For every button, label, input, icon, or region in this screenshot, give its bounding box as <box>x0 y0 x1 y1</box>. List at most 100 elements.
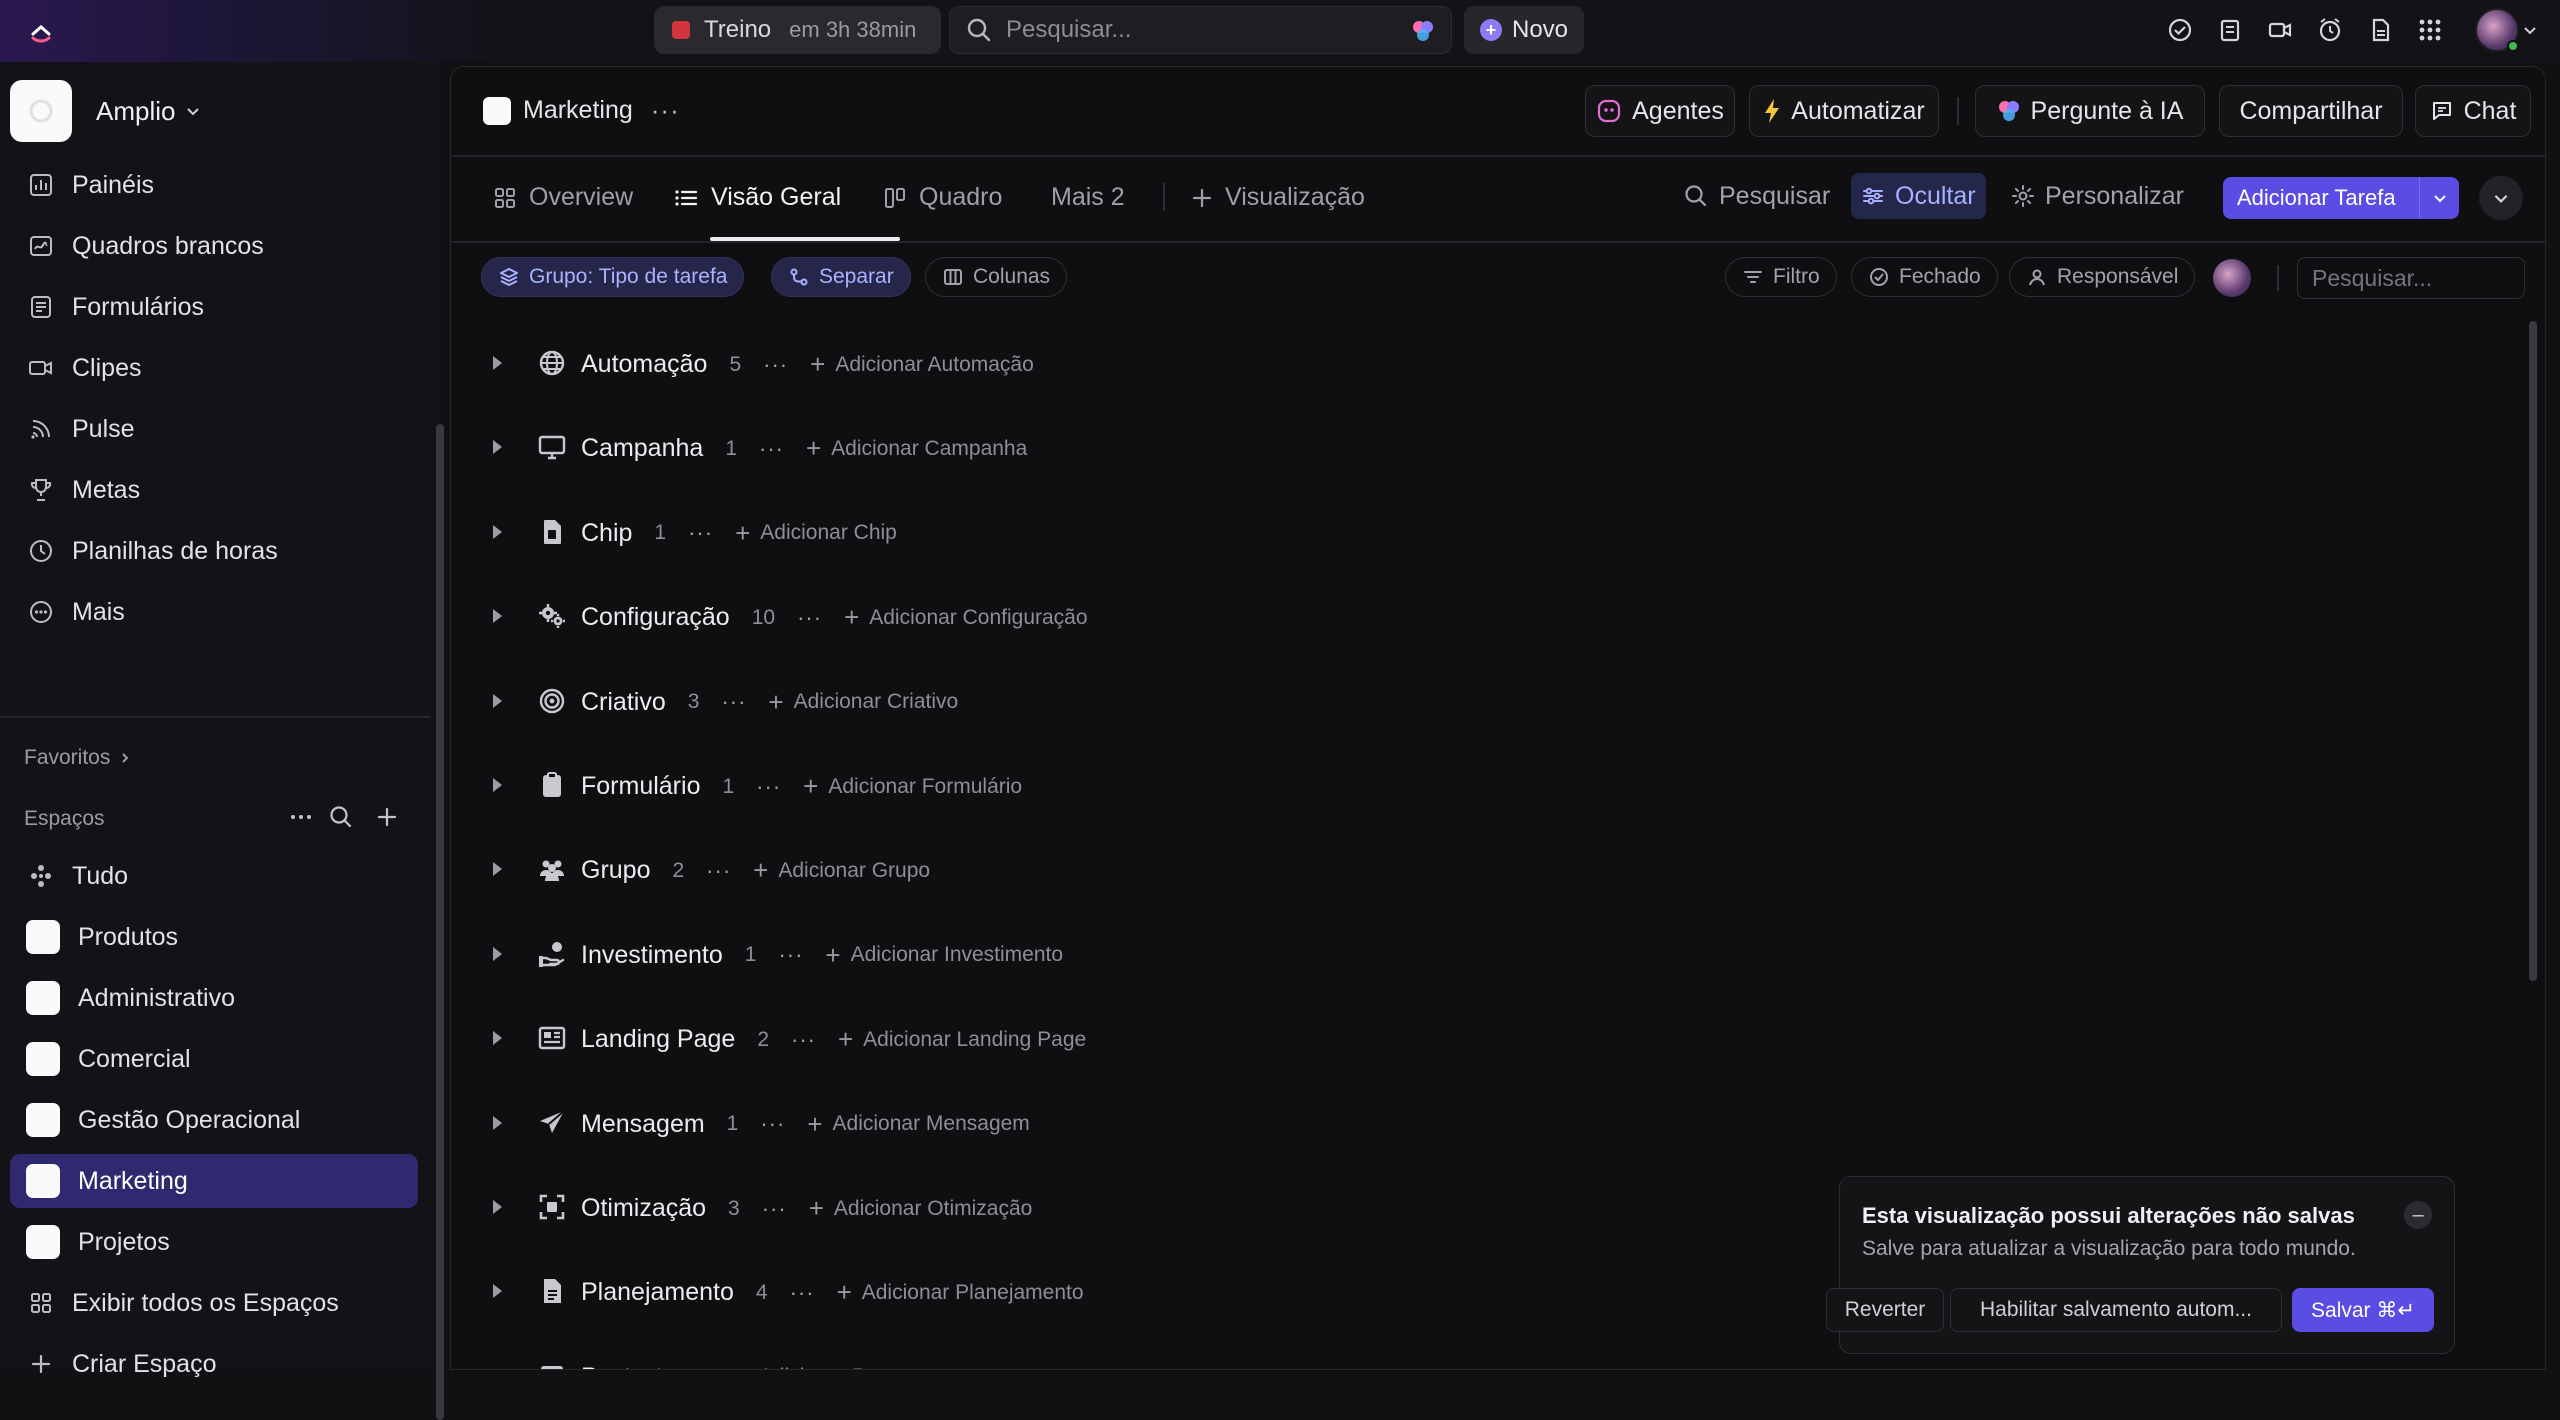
expand-triangle-icon[interactable] <box>493 862 502 877</box>
columns-chip[interactable]: Colunas <box>925 257 1068 297</box>
add-group-item-button[interactable]: + Adicionar Formulário <box>803 771 1022 802</box>
expand-triangle-icon[interactable] <box>493 946 502 961</box>
space-item-all[interactable]: Tudo <box>10 849 418 903</box>
filter-chip[interactable]: Filtro <box>1725 257 1837 297</box>
sidebar-item-forms[interactable]: Formulários <box>10 280 418 334</box>
group-more-icon[interactable]: ··· <box>759 436 784 462</box>
tab-quadro[interactable]: Quadro <box>883 183 1002 212</box>
expand-triangle-icon[interactable] <box>493 356 502 370</box>
sidebar-item-pulse[interactable]: Pulse <box>10 402 418 456</box>
expand-triangle-icon[interactable] <box>493 778 502 792</box>
assignee-chip[interactable]: Responsável <box>2009 257 2196 297</box>
sidebar-item-whiteboards[interactable]: Quadros brancos <box>10 219 418 273</box>
space-item-gestao-operacional[interactable]: Gestão Operacional <box>10 1093 418 1147</box>
group-row[interactable]: Automação 5 ··· + Adicionar Automação <box>451 333 1651 393</box>
group-more-icon[interactable]: ··· <box>790 1280 815 1306</box>
notepad-icon[interactable] <box>2216 16 2244 44</box>
group-row[interactable]: Landing Page 2 ··· + Adicionar Landing Page <box>451 1008 1651 1068</box>
expand-triangle-icon[interactable] <box>493 1200 502 1214</box>
group-row[interactable]: Mensagem 1 ··· + Adicionar Mensagem <box>451 1093 1651 1153</box>
expand-triangle-icon[interactable] <box>493 1284 502 1299</box>
user-avatar[interactable] <box>2475 8 2519 52</box>
add-group-item-button[interactable]: + Adicionar Automação <box>810 349 1034 380</box>
view-search-button[interactable]: Pesquisar <box>1673 173 1840 219</box>
group-row[interactable]: Planejamento 4 ··· + Adicionar Planejamento <box>451 1261 1651 1321</box>
sidebar-item-more[interactable]: Mais <box>10 585 418 639</box>
group-row[interactable]: Investimento 1 ··· + Adicionar Investimento <box>451 924 1651 984</box>
space-item-marketing[interactable]: Marketing <box>10 1154 418 1208</box>
revert-button[interactable]: Reverter <box>1826 1288 1944 1332</box>
new-button[interactable]: + Novo <box>1464 6 1584 54</box>
group-more-icon[interactable]: ··· <box>687 1364 712 1369</box>
sidebar-item-clips[interactable]: Clipes <box>10 341 418 395</box>
create-space-button[interactable]: Criar Espaço <box>10 1337 418 1391</box>
group-more-icon[interactable]: ··· <box>756 774 781 800</box>
expand-triangle-icon[interactable] <box>493 693 502 708</box>
timer-widget[interactable]: Treino em 3h 38min <box>654 6 941 54</box>
view-search-input[interactable]: Pesquisar... <box>2297 257 2525 299</box>
group-row[interactable]: Criativo 3 ··· + Adicionar Criativo <box>451 671 1651 731</box>
add-group-item-button[interactable]: + Adicionar Campanha <box>806 433 1027 464</box>
add-group-item-button[interactable]: + Adicionar Mensagem <box>807 1109 1029 1140</box>
expand-triangle-icon[interactable] <box>493 1031 502 1046</box>
spaces-search-icon[interactable] <box>328 804 354 830</box>
automate-button[interactable]: Automatizar <box>1749 85 1939 137</box>
enable-autosave-button[interactable]: Habilitar salvamento autom... <box>1950 1288 2282 1332</box>
add-view-button[interactable]: Visualização <box>1191 183 1365 212</box>
stop-timer-icon[interactable] <box>672 21 690 39</box>
group-more-icon[interactable]: ··· <box>721 689 746 715</box>
chevron-down-icon[interactable] <box>2419 177 2459 219</box>
document-icon[interactable] <box>2366 16 2394 44</box>
group-more-icon[interactable]: ··· <box>791 1027 816 1053</box>
ai-sparkle-icon[interactable] <box>1411 19 1435 43</box>
group-row[interactable]: Grupo 2 ··· + Adicionar Grupo <box>451 839 1651 899</box>
tab-visao-geral[interactable]: Visão Geral <box>673 183 841 212</box>
breadcrumb-more-icon[interactable]: ··· <box>651 95 680 126</box>
minimize-icon[interactable]: – <box>2404 1201 2432 1229</box>
add-group-item-button[interactable]: + Adicionar Configuração <box>844 602 1087 633</box>
agents-button[interactable]: Agentes <box>1585 85 1735 137</box>
space-item-projetos[interactable]: Projetos <box>10 1215 418 1269</box>
sidebar-scrollbar[interactable] <box>436 424 444 1420</box>
sidebar-item-dashboards[interactable]: Painéis <box>10 158 418 212</box>
group-row[interactable]: Formulário 1 ··· + Adicionar Formulário <box>451 755 1651 815</box>
space-item-produtos[interactable]: Produtos <box>10 910 418 964</box>
split-chip[interactable]: Separar <box>771 257 911 297</box>
filter-avatar[interactable] <box>2213 259 2251 297</box>
group-more-icon[interactable]: ··· <box>762 1196 787 1222</box>
add-group-item-button[interactable]: + Adicionar Planejamento <box>837 1277 1084 1308</box>
closed-chip[interactable]: Fechado <box>1851 257 1998 297</box>
ask-ai-button[interactable]: Pergunte à IA <box>1975 85 2205 137</box>
chat-button[interactable]: Chat <box>2415 85 2531 137</box>
save-button[interactable]: Salvar ⌘↵ <box>2292 1288 2434 1332</box>
tab-overview[interactable]: Overview <box>493 183 633 212</box>
add-group-item-button[interactable]: + Adicionar Criativo <box>768 687 958 718</box>
hide-button[interactable]: Ocultar <box>1851 173 1986 219</box>
add-group-item-button[interactable]: + Adicionar Investimento <box>825 940 1063 971</box>
sidebar-item-goals[interactable]: Metas <box>10 463 418 517</box>
alarm-clock-icon[interactable] <box>2316 16 2344 44</box>
space-item-administrativo[interactable]: Administrativo <box>10 971 418 1025</box>
add-space-icon[interactable] <box>374 804 400 830</box>
group-row[interactable]: Otimização 3 ··· + Adicionar Otimização <box>451 1177 1651 1237</box>
add-group-item-button[interactable]: + Adicionar Chip <box>735 518 897 549</box>
main-scrollbar[interactable] <box>2529 321 2537 981</box>
group-more-icon[interactable]: ··· <box>688 520 713 546</box>
chevron-down-icon[interactable] <box>2522 22 2538 38</box>
add-group-item-button[interactable]: + Adicionar Landing Page <box>838 1024 1086 1055</box>
add-group-item-button[interactable]: + Adicionar Post <box>734 1362 895 1369</box>
global-search-input[interactable]: Pesquisar... <box>949 6 1452 54</box>
collapse-toolbar-button[interactable] <box>2479 176 2523 220</box>
group-more-icon[interactable]: ··· <box>797 605 822 631</box>
app-logo-icon[interactable] <box>24 14 58 48</box>
expand-triangle-icon[interactable] <box>493 440 502 455</box>
tab-more[interactable]: Mais 2 <box>1051 183 1125 212</box>
group-row[interactable]: Campanha 1 ··· + Adicionar Campanha <box>451 417 1651 477</box>
add-group-item-button[interactable]: + Adicionar Grupo <box>753 855 930 886</box>
add-task-button[interactable]: Adicionar Tarefa <box>2223 177 2459 219</box>
apps-grid-icon[interactable] <box>2416 16 2444 44</box>
customize-button[interactable]: Personalizar <box>2001 173 2194 219</box>
share-button[interactable]: Compartilhar <box>2219 85 2403 137</box>
workspace-switcher[interactable]: Amplio <box>10 80 201 142</box>
check-circle-icon[interactable] <box>2166 16 2194 44</box>
